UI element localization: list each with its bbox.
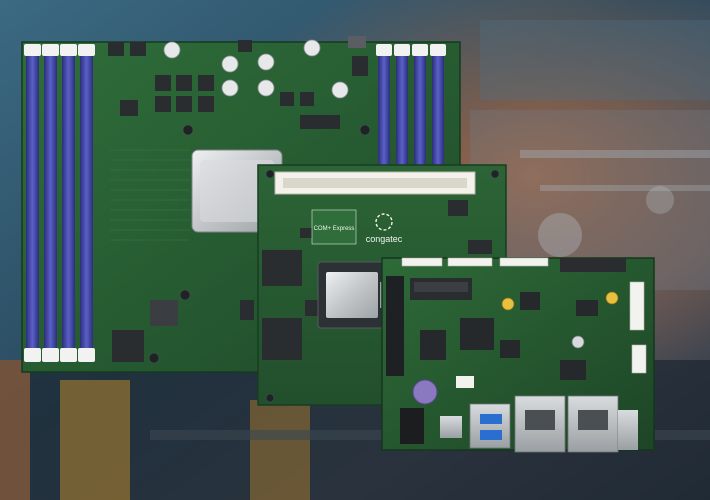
com-express-logo-text: COM+ Express <box>314 226 355 232</box>
congatec-logo-text: congatec <box>366 234 403 244</box>
boards-illustration: COM+ Express congatec <box>0 0 710 500</box>
product-photo-scene: COM+ Express congatec <box>0 0 710 500</box>
single-board-computer <box>381 257 655 453</box>
